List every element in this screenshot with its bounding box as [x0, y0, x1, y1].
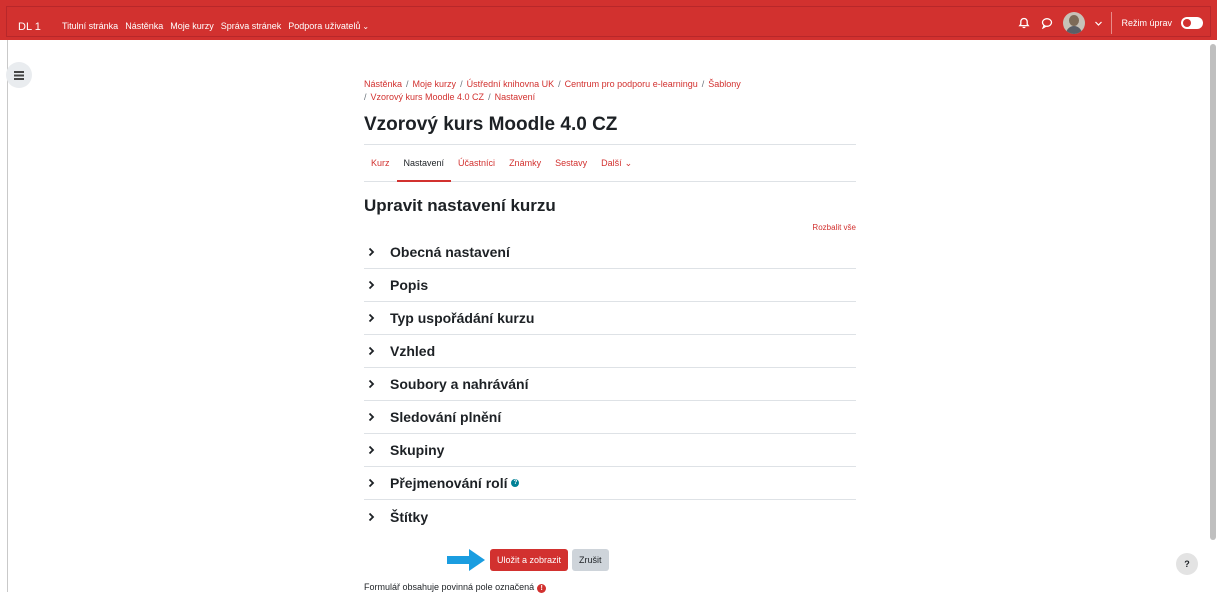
section-heading: Upravit nastavení kurzu	[364, 196, 556, 215]
fieldset-label: Popis	[390, 277, 429, 293]
user-avatar[interactable]	[1063, 12, 1086, 34]
breadcrumb-item[interactable]: Vzorový kurs Moodle 4.0 CZ	[371, 92, 485, 102]
fieldset-course-format[interactable]: Typ uspořádání kurzu	[364, 302, 856, 335]
fieldset-tags[interactable]: Štítky	[364, 500, 856, 533]
chevron-right-icon	[368, 412, 382, 422]
top-navbar: DL 1 Titulní stránka Nástěnka Moje kurzy…	[0, 0, 1217, 40]
breadcrumb-item[interactable]: Šablony	[708, 79, 741, 89]
divider	[1111, 12, 1113, 34]
fieldset-label: Skupiny	[390, 442, 445, 458]
tab-course[interactable]: Kurz	[364, 145, 397, 181]
nav-dashboard[interactable]: Nástěnka	[125, 21, 163, 31]
tab-participants[interactable]: Účastníci	[451, 145, 502, 181]
fieldset-label: Sledování plnění	[390, 409, 502, 425]
chevron-right-icon	[368, 512, 382, 522]
bell-icon[interactable]	[1017, 16, 1031, 30]
breadcrumb: Nástěnka / Moje kurzy / Ústřední knihovna UK…	[364, 79, 741, 102]
chevron-down-icon: ⌄	[362, 22, 370, 31]
expand-all-link[interactable]: Rozbalit vše	[364, 223, 856, 232]
chevron-down-icon: ⌄	[624, 157, 633, 168]
breadcrumb-item[interactable]: Ústřední knihovna UK	[467, 79, 555, 89]
fieldset-label: Typ uspořádání kurzu	[390, 310, 535, 326]
fieldset-label: Štítky	[390, 508, 429, 525]
fieldset-label: Soubory a nahrávání	[390, 376, 529, 392]
fieldset-appearance[interactable]: Vzhled	[364, 335, 856, 368]
primary-navigation: Titulní stránka Nástěnka Moje kurzy Sprá…	[62, 21, 369, 31]
tab-reports[interactable]: Sestavy	[548, 145, 594, 181]
save-and-display-button[interactable]: Uložit a zobrazit	[490, 549, 569, 571]
page-border	[7, 40, 8, 592]
breadcrumb-item[interactable]: Nástěnka	[364, 79, 402, 89]
fieldset-label: Přejmenování rolí	[390, 475, 508, 491]
breadcrumb-item[interactable]: Nastavení	[495, 92, 536, 102]
help-icon[interactable]: ?	[511, 479, 520, 487]
chevron-right-icon	[368, 478, 382, 488]
required-fields-note: Formulář obsahuje povinná pole označená!	[364, 582, 547, 593]
nav-site-admin[interactable]: Správa stránek	[221, 21, 282, 31]
fieldset-description[interactable]: Popis	[364, 269, 856, 302]
chevron-right-icon	[368, 313, 382, 323]
course-index-toggle[interactable]	[6, 62, 32, 88]
cancel-button[interactable]: Zrušit	[572, 549, 609, 571]
fieldset-label: Vzhled	[390, 343, 436, 359]
page-title: Vzorový kurs Moodle 4.0 CZ	[364, 114, 618, 135]
secondary-navigation: Kurz Nastavení Účastníci Známky Sestavy …	[364, 144, 856, 182]
fieldset-groups[interactable]: Skupiny	[364, 434, 856, 467]
site-brand[interactable]: DL 1	[18, 21, 41, 33]
form-buttons: Uložit a zobrazit Zrušit	[446, 548, 609, 572]
settings-fieldsets: Obecná nastavení Popis Typ uspořádání ku…	[364, 236, 856, 533]
nav-my-courses[interactable]: Moje kurzy	[170, 21, 214, 31]
breadcrumb-item[interactable]: Centrum pro podporu e-learningu	[565, 79, 698, 89]
chevron-right-icon	[368, 346, 382, 356]
fieldset-label: Obecná nastavení	[390, 244, 510, 260]
breadcrumb-item[interactable]: Moje kurzy	[413, 79, 457, 89]
chevron-right-icon	[368, 445, 382, 455]
fieldset-files-uploads[interactable]: Soubory a nahrávání	[364, 368, 856, 401]
user-menu-area: Režim úprav	[1017, 12, 1203, 34]
chevron-right-icon	[368, 379, 382, 389]
pointer-arrow-icon	[447, 549, 485, 571]
list-icon	[14, 70, 24, 80]
tab-more[interactable]: Další ⌄	[594, 145, 639, 181]
tab-settings[interactable]: Nastavení	[396, 145, 452, 182]
tab-grades[interactable]: Známky	[502, 145, 548, 181]
chevron-right-icon	[368, 280, 382, 290]
nav-user-support[interactable]: Podpora uživatelů ⌄	[288, 21, 369, 31]
nav-home[interactable]: Titulní stránka	[62, 21, 118, 31]
scrollbar[interactable]	[1210, 44, 1216, 540]
edit-mode-label: Režim úprav	[1121, 18, 1172, 28]
fieldset-completion-tracking[interactable]: Sledování plnění	[364, 401, 856, 434]
fieldset-role-renaming[interactable]: Přejmenování rolí ?	[364, 467, 856, 500]
chevron-down-icon[interactable]	[1094, 16, 1102, 30]
chat-icon[interactable]	[1040, 16, 1054, 30]
chevron-right-icon	[368, 247, 382, 257]
help-button[interactable]: ?	[1176, 553, 1198, 575]
edit-mode-toggle[interactable]	[1181, 17, 1203, 29]
fieldset-general[interactable]: Obecná nastavení	[364, 236, 856, 269]
main-content: Nástěnka / Moje kurzy / Ústřední knihovna UK…	[364, 78, 856, 533]
